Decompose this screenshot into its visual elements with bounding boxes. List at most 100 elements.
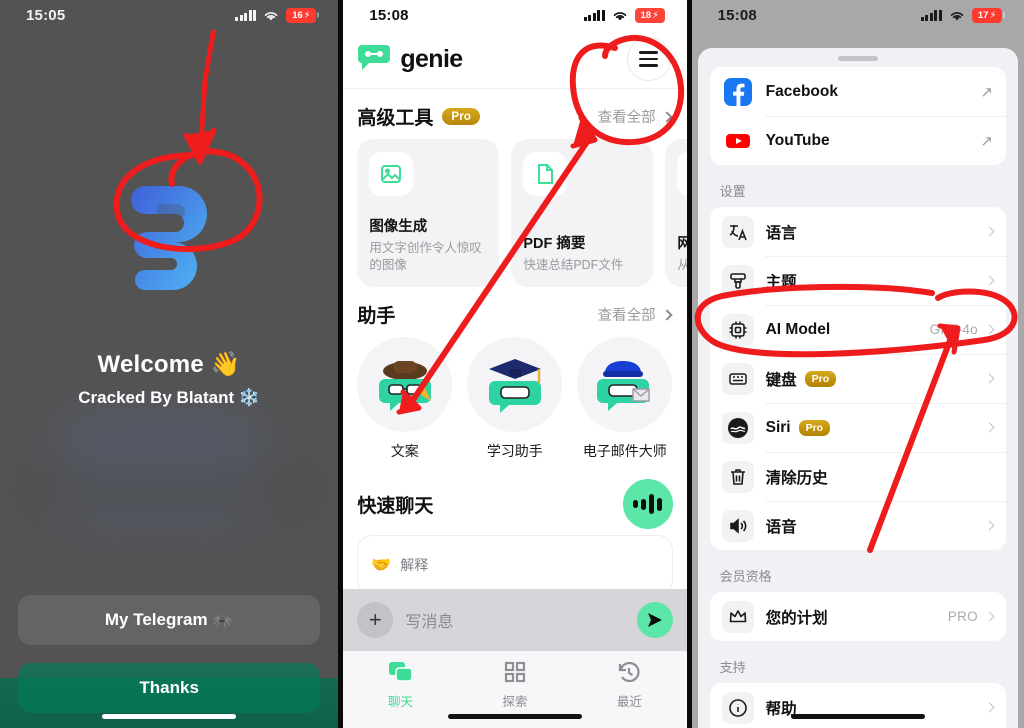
tool-description: 用文字创作令人惊叹的图像 [369, 241, 482, 273]
voice-mode-button[interactable] [622, 479, 673, 529]
ai-model-value: GPT-4o [929, 322, 978, 337]
history-icon [619, 661, 640, 683]
sheet-grabber[interactable] [837, 56, 878, 61]
panel-settings-sheet: 15:08 17 ⚡ Facebook ↗ YouTube ↗ 设置 语言 主题… [691, 0, 1024, 728]
brush-icon [721, 264, 754, 297]
assistant-item[interactable]: 文案 [357, 337, 453, 461]
chevron-right-icon [984, 520, 995, 531]
welcome-body: Welcome 👋 Cracked By Blatant ❄️ My Teleg… [0, 30, 339, 728]
tool-description: 快速总结PDF文件 [523, 258, 624, 273]
my-telegram-button[interactable]: My Telegram 🕷️ [18, 595, 321, 645]
assistant-label: 学习助手 [486, 443, 543, 459]
tool-card-row[interactable]: 图像生成 用文字创作令人惊叹的图像 PDF 摘要 快速总结PDF文件 网 从 [343, 139, 687, 287]
quick-chat-card[interactable]: 🤝 解释 [357, 535, 673, 595]
trash-icon [721, 460, 754, 493]
row-keyboard[interactable]: 键盘 Pro [710, 354, 1006, 403]
handshake-icon: 🤝 [371, 557, 392, 574]
thanks-button[interactable]: Thanks [18, 663, 321, 713]
chat-icon [388, 662, 413, 682]
chevron-right-icon [984, 324, 995, 335]
chevron-right-icon [984, 373, 995, 384]
row-accessory [984, 226, 995, 237]
row-theme[interactable]: 主题 [710, 256, 1006, 305]
row-ai-model[interactable]: AI Model GPT-4o [710, 305, 1006, 354]
row-language[interactable]: 语言 [710, 207, 1006, 256]
row-label: 语音 [765, 518, 797, 536]
blatant-b-logo-icon [131, 186, 208, 290]
home-indicator [790, 714, 925, 719]
panel-genie-home: 15:08 18 ⚡ genie 高级工具 Pro 查看全部 图像生成 用文字创… [343, 0, 687, 728]
tab-label: 最近 [616, 695, 642, 709]
tab-explore[interactable]: 探索 [458, 660, 572, 710]
tool-card[interactable]: PDF 摘要 快速总结PDF文件 [511, 139, 654, 287]
row-accessory: ↗ [980, 132, 993, 150]
assistant-row[interactable]: 文案 学习助手 电子邮件大师 [343, 337, 686, 461]
add-attachment-button[interactable]: + [357, 602, 394, 638]
welcome-title: Welcome 👋 [97, 351, 241, 378]
send-button[interactable] [636, 602, 673, 638]
tool-name: PDF 摘要 [523, 236, 586, 253]
see-all-advanced-tools[interactable]: 查看全部 [598, 106, 673, 127]
assistant-item[interactable]: 学习助手 [467, 337, 563, 461]
row-youtube[interactable]: YouTube ↗ [710, 116, 1006, 165]
app-header: genie [343, 30, 687, 88]
status-indicators: 17 ⚡ [920, 7, 1005, 23]
brand-name: genie [400, 44, 463, 73]
app-logo [0, 178, 338, 298]
message-composer: + 写消息 [343, 589, 687, 651]
charging-bolt-icon: ⚡ [989, 9, 997, 21]
tab-recent[interactable]: 最近 [572, 660, 686, 710]
cellular-signal-icon [235, 9, 257, 21]
copywriter-avatar-icon [378, 360, 431, 411]
pro-badge: Pro [804, 370, 837, 387]
avatar [577, 337, 673, 432]
row-label: 清除历史 [765, 469, 828, 487]
row-label: YouTube [765, 131, 830, 149]
row-clear-history[interactable]: 清除历史 [710, 452, 1006, 501]
tool-name: 网 [677, 236, 687, 253]
row-help[interactable]: 帮助 [710, 683, 1006, 728]
row-label: Siri Pro [766, 419, 831, 437]
row-siri[interactable]: Siri Pro [710, 403, 1006, 452]
row-your-plan[interactable]: 您的计划 PRO [710, 592, 1006, 641]
section-title-text: 高级工具 [357, 108, 434, 129]
battery-level: 18 [640, 9, 652, 21]
panel-welcome-splash: 15:05 16 ⚡ Welcome 👋 Cracked By Blatant … [0, 0, 339, 728]
row-label: Facebook [765, 82, 838, 100]
chevron-right-icon [984, 611, 995, 622]
chevron-right-icon [984, 226, 995, 237]
message-input[interactable]: 写消息 [405, 608, 624, 632]
row-facebook[interactable]: Facebook ↗ [710, 67, 1006, 116]
brand-lockup: genie [357, 43, 463, 76]
tool-description: 从 结 [677, 258, 687, 273]
status-bar-panel2: 15:08 18 ⚡ [343, 0, 686, 30]
tool-card[interactable]: 图像生成 用文字创作令人惊叹的图像 [357, 139, 500, 287]
status-time: 15:08 [717, 6, 757, 24]
support-group: 帮助 [709, 683, 1006, 728]
row-voice[interactable]: 语音 [710, 501, 1006, 550]
section-title-text: 助手 [357, 306, 396, 327]
row-label: 键盘 Pro [766, 368, 837, 390]
chevron-right-icon [984, 275, 995, 286]
tab-chat[interactable]: 聊天 [343, 660, 457, 710]
see-all-assistants[interactable]: 查看全部 [598, 304, 673, 325]
status-bar-panel3: 15:08 17 ⚡ [692, 0, 1024, 30]
row-accessory: ↗ [980, 83, 993, 101]
image-icon [369, 152, 414, 196]
wifi-icon [949, 9, 965, 21]
background-blur-shape-2 [20, 460, 320, 520]
pro-badge: Pro [798, 419, 831, 436]
row-label-text: 键盘 [765, 371, 797, 389]
wifi-icon [263, 9, 279, 21]
chevron-right-icon [660, 308, 673, 321]
assistant-item[interactable]: 电子邮件大师 [577, 337, 673, 461]
group-header-membership: 会员资格 [719, 569, 772, 584]
tool-name: 图像生成 [369, 219, 428, 236]
youtube-icon [722, 125, 754, 157]
chip-icon [721, 313, 754, 346]
external-link-icon: ↗ [980, 132, 993, 150]
chevron-right-icon [984, 422, 995, 433]
hamburger-menu-button[interactable] [626, 37, 671, 81]
tool-card[interactable]: 网 从 结 [665, 139, 687, 287]
avatar [467, 337, 563, 432]
